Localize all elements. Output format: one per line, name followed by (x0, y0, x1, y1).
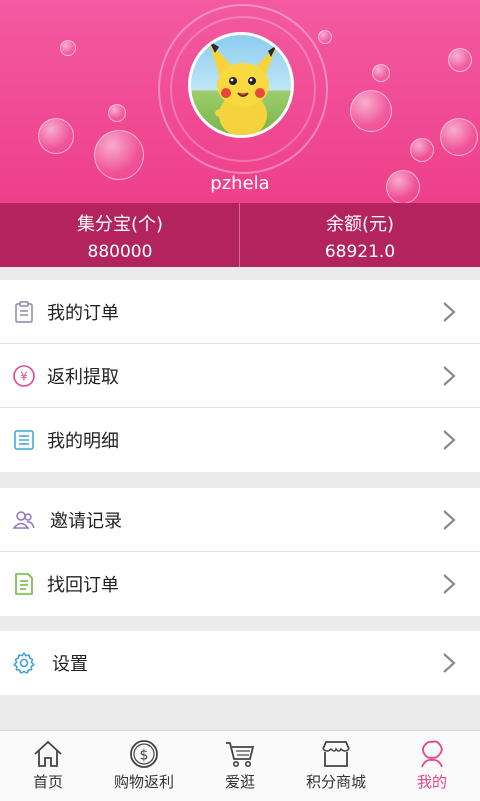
home-icon (34, 740, 62, 767)
nav-shopping-rebate[interactable]: $ 购物返利 (96, 731, 192, 801)
clipboard-icon (15, 301, 33, 323)
bubble-decoration (38, 118, 74, 154)
nav-label: 购物返利 (113, 773, 174, 791)
nav-browse[interactable]: 爱逛 (192, 731, 288, 801)
pikachu-avatar-icon (209, 41, 277, 135)
menu-item-label: 找回订单 (47, 575, 119, 596)
bubble-decoration (60, 40, 76, 56)
bubble-decoration (350, 90, 392, 132)
cart-icon (226, 742, 255, 767)
menu-group-invite: 邀请记录 找回订单 (0, 488, 480, 616)
bubble-decoration (410, 138, 434, 162)
nav-label: 积分商城 (305, 773, 366, 791)
stat-value: 68921.0 (324, 242, 396, 262)
gear-icon (13, 652, 35, 674)
list-icon (14, 430, 34, 450)
stat-jifenbao[interactable]: 集分宝(个) 880000 (0, 203, 240, 267)
dollar-coin-icon: $ (130, 740, 158, 768)
bubble-decoration (318, 30, 332, 44)
nav-label: 爱逛 (224, 773, 255, 791)
username: pzhela (210, 173, 270, 194)
menu-item-my-orders[interactable]: 我的订单 (0, 280, 480, 344)
profile-icon (421, 740, 443, 768)
nav-label: 首页 (32, 773, 63, 791)
bubble-decoration (448, 48, 472, 72)
stat-balance[interactable]: 余额(元) 68921.0 (240, 203, 480, 267)
yen-icon: ¥ (13, 365, 35, 387)
chevron-right-icon (443, 510, 456, 530)
bubble-decoration (372, 64, 390, 82)
nav-home[interactable]: 首页 (0, 731, 96, 801)
menu-item-settings[interactable]: 设置 (0, 631, 480, 695)
stat-value: 880000 (87, 242, 153, 262)
svg-text:¥: ¥ (20, 370, 28, 384)
avatar[interactable] (188, 32, 294, 138)
menu-group-orders: 我的订单 ¥ 返利提取 我的明细 (0, 280, 480, 472)
chevron-right-icon (443, 302, 456, 322)
users-icon (12, 511, 35, 529)
menu-item-label: 邀请记录 (50, 510, 122, 532)
menu-item-label: 返利提取 (47, 366, 119, 388)
menu-item-my-details[interactable]: 我的明细 (0, 408, 480, 472)
menu-group-settings: 设置 (0, 631, 480, 695)
bubble-decoration (108, 104, 126, 122)
bottom-nav: 首页 $ 购物返利 爱逛 积分商城 我的 (0, 730, 480, 801)
menu-item-label: 设置 (52, 654, 88, 675)
profile-header: pzhela (0, 0, 480, 203)
nav-points-mall[interactable]: 积分商城 (288, 731, 384, 801)
store-icon (322, 741, 350, 767)
menu-item-recover-order[interactable]: 找回订单 (0, 552, 480, 616)
chevron-right-icon (443, 430, 456, 450)
stat-label: 余额(元) (325, 214, 395, 235)
bubble-decoration (440, 118, 478, 156)
document-icon (15, 573, 33, 595)
stats-bar: 集分宝(个) 880000 余额(元) 68921.0 (0, 203, 480, 267)
stat-label: 集分宝(个) (76, 214, 164, 235)
chevron-right-icon (443, 366, 456, 386)
menu-item-invite-records[interactable]: 邀请记录 (0, 488, 480, 552)
nav-label: 我的 (416, 773, 447, 791)
nav-mine[interactable]: 我的 (384, 731, 480, 801)
chevron-right-icon (443, 574, 456, 594)
chevron-right-icon (443, 653, 456, 673)
svg-text:$: $ (140, 748, 149, 764)
menu-item-label: 我的明细 (47, 431, 119, 452)
menu-item-rebate-withdraw[interactable]: ¥ 返利提取 (0, 344, 480, 408)
menu-item-label: 我的订单 (47, 302, 119, 324)
